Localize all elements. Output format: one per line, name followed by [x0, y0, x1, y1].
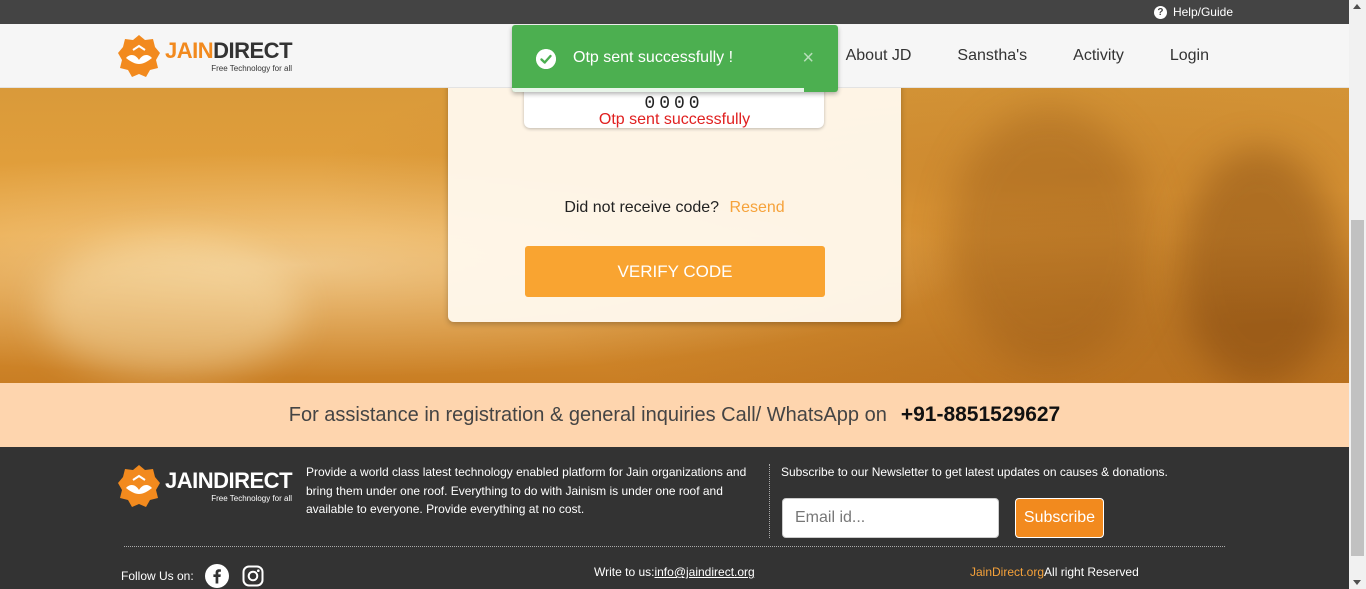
assistance-text: For assistance in registration & general…: [288, 403, 887, 426]
scroll-down-icon[interactable]: [1353, 580, 1361, 585]
toast-close-icon[interactable]: ×: [802, 47, 814, 70]
scroll-thumb[interactable]: [1351, 220, 1364, 556]
main-nav: About JD Sanstha's Activity Login: [846, 24, 1209, 88]
resend-link[interactable]: Resend: [730, 199, 785, 216]
footer-divider: [769, 464, 770, 538]
contact-email-link[interactable]: info@jaindirect.org: [654, 565, 754, 579]
nav-item-sansthas[interactable]: Sanstha's: [957, 47, 1027, 65]
otp-status-message: Otp sent successfully: [598, 111, 751, 128]
logo-mark-icon: [118, 465, 160, 507]
newsletter-text: Subscribe to our Newsletter to get lates…: [781, 465, 1168, 479]
footer-logo-wordmark: JAINDIRECT: [165, 467, 293, 493]
subscribe-button[interactable]: Subscribe: [1015, 498, 1104, 538]
logo-wordmark: JAINDIRECT: [165, 37, 293, 63]
org-link[interactable]: JainDirect.org: [970, 565, 1044, 579]
logo-tagline: Free Technology for all: [211, 63, 293, 73]
success-toast: Otp sent successfully ! ×: [512, 25, 838, 92]
hero-blur-shape: [950, 108, 1150, 368]
follow-label: Follow Us on:: [121, 569, 194, 583]
otp-card: 0000 Otp sent successfully Did not recei…: [448, 88, 901, 322]
assistance-banner: For assistance in registration & general…: [0, 383, 1349, 447]
site-footer: JAINDIRECT Free Technology for all Provi…: [0, 447, 1349, 589]
resend-row: Did not receive code? Resend: [448, 199, 901, 217]
nav-item-login[interactable]: Login: [1170, 47, 1209, 65]
check-circle-icon: [536, 49, 556, 69]
logo-mark-icon: [118, 35, 160, 77]
verify-code-button[interactable]: VERIFY CODE: [525, 246, 825, 297]
copyright: JainDirect.orgAll right Reserved: [970, 565, 1139, 579]
page-scrollbar[interactable]: [1349, 0, 1366, 589]
hero-background: 0000 Otp sent successfully Did not recei…: [0, 88, 1349, 383]
rights-text: All right Reserved: [1044, 565, 1139, 579]
help-guide-label: Help/Guide: [1172, 5, 1233, 19]
hero-blur-shape: [40, 238, 300, 378]
resend-prompt: Did not receive code?: [564, 199, 720, 216]
nav-item-about[interactable]: About JD: [846, 47, 912, 65]
toast-message: Otp sent successfully !: [573, 49, 734, 66]
footer-logo[interactable]: JAINDIRECT Free Technology for all: [117, 464, 293, 508]
instagram-icon[interactable]: [240, 563, 266, 589]
question-circle-icon: ?: [1153, 5, 1167, 19]
newsletter-email-input[interactable]: [782, 498, 999, 538]
scroll-up-icon[interactable]: [1353, 4, 1361, 9]
nav-item-activity[interactable]: Activity: [1073, 47, 1124, 65]
assistance-phone[interactable]: +91-8851529627: [901, 403, 1060, 427]
facebook-icon[interactable]: [204, 563, 230, 589]
footer-logo-tagline: Free Technology for all: [211, 493, 293, 503]
write-label: Write to us:: [594, 565, 655, 579]
toast-progress-bar: [512, 88, 804, 92]
top-utility-bar: ? Help/Guide: [0, 0, 1349, 24]
site-logo[interactable]: JAINDIRECT Free Technology for all: [117, 34, 293, 78]
help-guide-link[interactable]: ? Help/Guide: [1153, 5, 1233, 19]
write-to-us: Write to us:info@jaindirect.org: [594, 565, 755, 579]
footer-about-text: Provide a world class latest technology …: [306, 465, 747, 516]
follow-us: Follow Us on:: [121, 563, 266, 589]
hero-blur-shape: [1180, 148, 1340, 383]
footer-divider: [124, 546, 1225, 547]
